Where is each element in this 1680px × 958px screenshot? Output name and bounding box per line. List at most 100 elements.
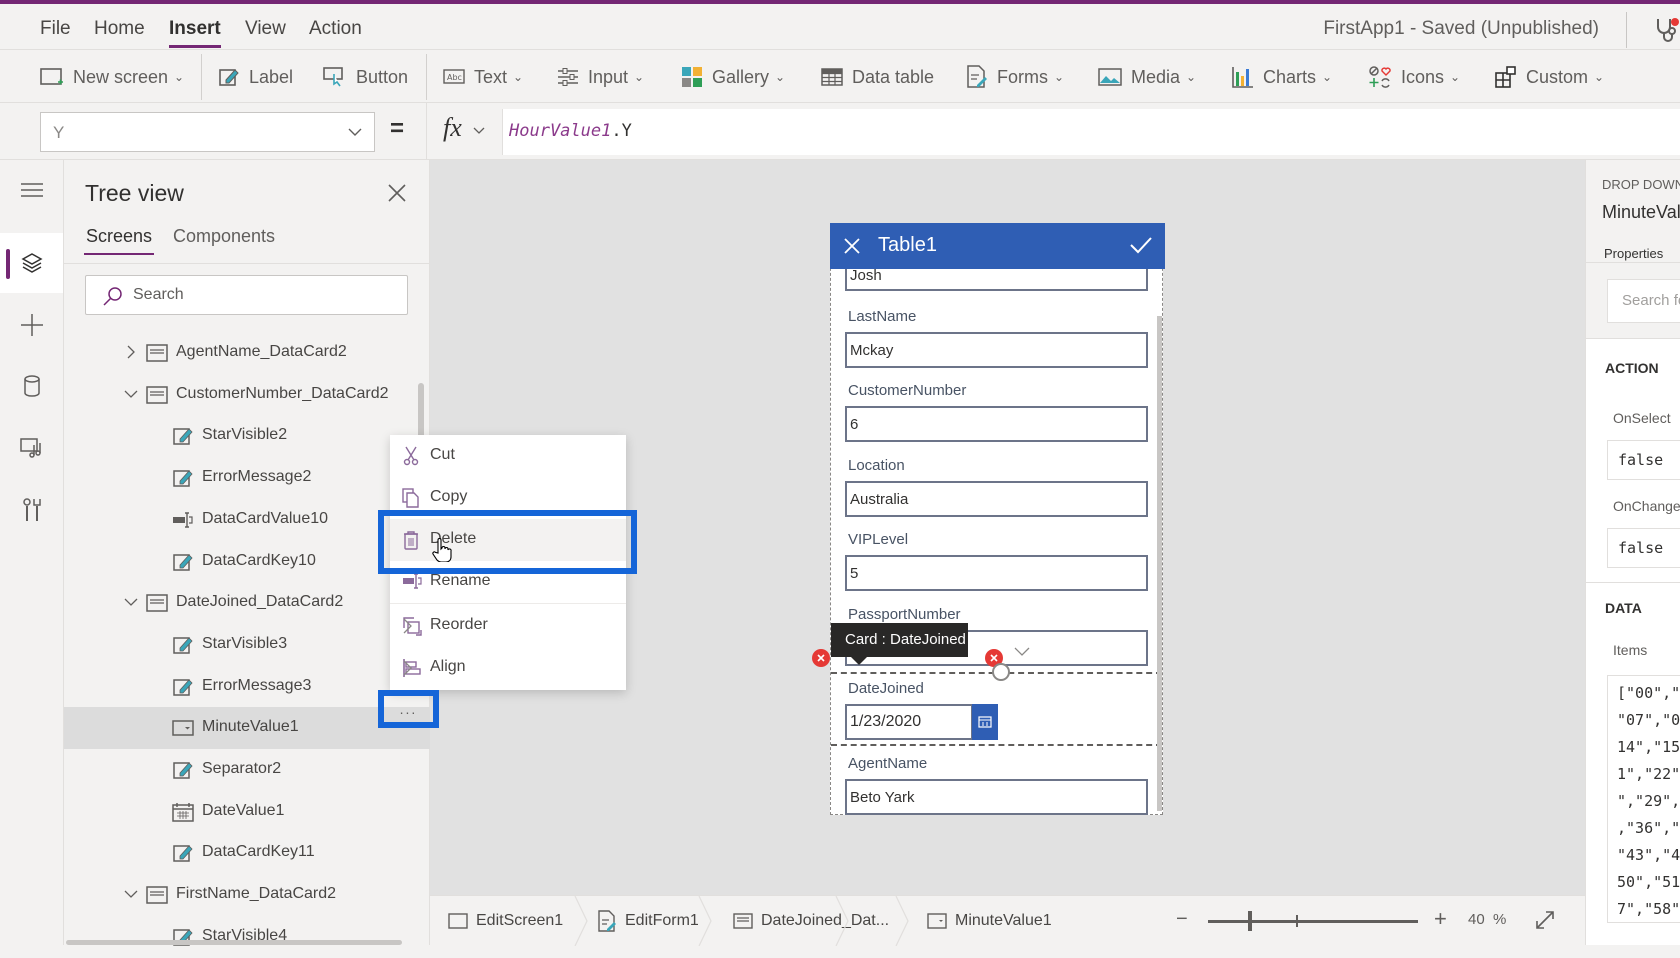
new-screen-button[interactable]: New screen ⌄ — [40, 64, 184, 90]
hamburger-icon — [20, 183, 43, 197]
onchange-input[interactable]: false — [1607, 528, 1680, 568]
tree-node[interactable]: StarVisible4 — [64, 916, 430, 958]
icons-button[interactable]: Icons ⌄ — [1368, 64, 1460, 90]
media-button[interactable]: Media ⌄ — [1098, 64, 1196, 90]
text-button[interactable]: Abc Text ⌄ — [443, 64, 523, 90]
close-icon[interactable] — [842, 236, 862, 256]
tree-node[interactable]: ErrorMessage3 — [64, 666, 430, 708]
viplevel-input[interactable]: 5 — [845, 555, 1148, 591]
breadcrumb-editscreen[interactable]: EditScreen1 — [448, 896, 563, 946]
tab-components[interactable]: Components — [173, 226, 275, 247]
gallery-icon — [682, 67, 702, 87]
checkmark-icon[interactable] — [1129, 235, 1153, 255]
tree-node[interactable]: MinuteValue1 — [64, 707, 430, 750]
forms-button[interactable]: Forms ⌄ — [966, 64, 1064, 90]
menu-item-reorder[interactable]: Reorder — [390, 605, 626, 647]
tab-screens[interactable]: Screens — [83, 226, 155, 255]
tree-node[interactable]: DataCardKey10 — [64, 541, 430, 583]
items-formula-input[interactable]: ["00","0 "07","0 14","15 1","22" ","29", ,"36… — [1607, 675, 1680, 923]
tree-node[interactable]: DateJoined_DataCard2 — [64, 582, 430, 624]
menu-item-align[interactable]: Align — [390, 647, 626, 689]
tree-node[interactable]: DateValue1 — [64, 791, 430, 833]
edit-form[interactable]: Table1 Josh LastName Mckay CustomerNumbe… — [830, 223, 1165, 815]
location-input[interactable]: Australia — [845, 481, 1148, 517]
menu-action[interactable]: Action — [309, 18, 362, 40]
lastname-input[interactable]: Mckay — [845, 332, 1148, 368]
zoom-slider[interactable] — [1208, 920, 1418, 923]
property-dropdown[interactable]: Y — [40, 112, 375, 152]
data-table-button[interactable]: Data table — [821, 64, 934, 90]
gallery-button[interactable]: Gallery ⌄ — [681, 64, 785, 90]
customernumber-input[interactable]: 6 — [845, 406, 1148, 442]
tree-node[interactable]: CustomerNumber_DataCard2 — [64, 374, 430, 416]
tree-node[interactable]: DataCardValue10 — [64, 499, 430, 541]
button-button[interactable]: Button — [323, 64, 408, 90]
tree-node[interactable]: StarVisible2 — [64, 415, 430, 457]
breadcrumb-datacard[interactable]: DateJoined_Dat... — [733, 896, 889, 946]
onselect-value: false — [1618, 451, 1664, 469]
data-nav[interactable] — [0, 356, 63, 416]
menu-home[interactable]: Home — [94, 18, 145, 40]
chevron-right-icon[interactable] — [124, 345, 138, 359]
charts-button[interactable]: Charts ⌄ — [1232, 64, 1332, 90]
field-label: LastName — [848, 308, 917, 325]
input-button[interactable]: Input ⌄ — [557, 64, 644, 90]
fit-to-window-icon[interactable] — [1534, 909, 1556, 931]
menu-view[interactable]: View — [245, 18, 286, 40]
tools-icon — [22, 498, 41, 521]
media-nav[interactable] — [0, 418, 63, 478]
tree-search-input[interactable]: Search — [85, 275, 408, 315]
custom-button[interactable]: Custom ⌄ — [1495, 64, 1604, 90]
insert-nav[interactable] — [0, 295, 63, 355]
tree-view-nav[interactable] — [0, 233, 63, 293]
menu-item-label: Reorder — [430, 616, 488, 633]
zoom-slider-tick — [1296, 915, 1298, 927]
tree-node-label: ErrorMessage3 — [202, 676, 312, 694]
label-button[interactable]: Label — [218, 64, 293, 90]
menu-item-cut[interactable]: Cut — [390, 435, 626, 477]
form-scrollbar[interactable] — [1157, 316, 1162, 811]
agentname-input[interactable]: Beto Yark — [845, 779, 1148, 815]
date-picker-input[interactable]: 1/23/2020 — [845, 704, 973, 740]
tree-node[interactable]: DataCardKey11 — [64, 832, 430, 874]
tree-node[interactable]: AgentName_DataCard2 — [64, 332, 430, 374]
fx-button[interactable]: fx — [426, 103, 502, 160]
icons-label: Icons — [1401, 66, 1445, 87]
chevron-down-icon[interactable] — [124, 887, 138, 901]
zoom-slider-thumb[interactable] — [1248, 911, 1252, 931]
menu-item-label: Align — [430, 658, 466, 675]
formula-input[interactable]: HourValue1.Y — [502, 109, 1680, 155]
zoom-in-button[interactable]: + — [1434, 906, 1447, 932]
items-formula-line: 14","15 — [1617, 738, 1680, 756]
hamburger-button[interactable] — [0, 160, 63, 220]
breadcrumb-editform[interactable]: EditForm1 — [597, 896, 699, 946]
formula-text: HourValue1.Y — [509, 121, 632, 141]
tree-node[interactable]: FirstName_DataCard2 — [64, 874, 430, 916]
tab-properties[interactable]: Properties — [1604, 246, 1663, 261]
breadcrumb-minutevalue[interactable]: MinuteValue1 — [927, 896, 1052, 946]
menu-file[interactable]: File — [40, 18, 71, 40]
zoom-out-button[interactable]: − — [1176, 908, 1188, 931]
chevron-down-icon[interactable] — [124, 387, 138, 401]
tree-node[interactable]: StarVisible3 — [64, 624, 430, 666]
advanced-tools-nav[interactable] — [0, 480, 63, 540]
resize-handle[interactable] — [992, 663, 1010, 681]
ribbon-divider — [201, 54, 202, 100]
card-icon — [733, 913, 753, 929]
onselect-input[interactable]: false — [1607, 440, 1680, 480]
datejoined-card[interactable]: DateJoined 1/23/2020 — [831, 672, 1162, 746]
property-search-input[interactable]: Search for a property — [1607, 279, 1680, 323]
calendar-button[interactable] — [972, 704, 998, 740]
label-icon — [173, 553, 193, 571]
tree-node[interactable]: Separator2 — [64, 749, 430, 791]
firstname-input[interactable]: Josh — [845, 267, 1148, 291]
tree-node[interactable]: ErrorMessage2 — [64, 457, 430, 499]
chevron-down-icon[interactable] — [124, 595, 138, 609]
charts-label: Charts — [1263, 66, 1317, 87]
close-icon[interactable] — [384, 180, 410, 206]
app-checker-icon[interactable] — [1652, 16, 1680, 44]
title-divider — [1626, 12, 1627, 48]
remove-handle-icon[interactable] — [812, 649, 830, 667]
menu-insert[interactable]: Insert — [169, 18, 221, 48]
tree-horizontal-scrollbar[interactable] — [66, 940, 402, 945]
